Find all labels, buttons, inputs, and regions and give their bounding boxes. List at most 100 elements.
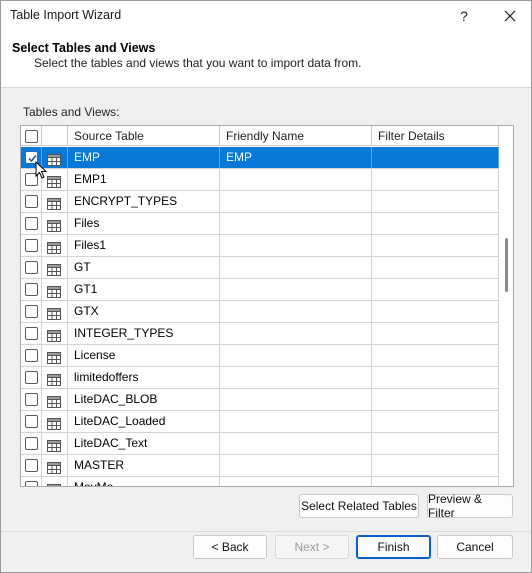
friendly-name-cell[interactable] bbox=[220, 279, 372, 300]
filter-details-cell[interactable] bbox=[372, 147, 499, 168]
filter-details-cell[interactable] bbox=[372, 169, 499, 190]
row-checkbox[interactable] bbox=[25, 349, 38, 362]
row-checkbox[interactable] bbox=[25, 459, 38, 472]
friendly-name-cell[interactable] bbox=[220, 455, 372, 476]
friendly-name-cell[interactable]: EMP bbox=[220, 147, 372, 168]
preview-filter-button[interactable]: Preview & Filter bbox=[427, 492, 513, 520]
source-table-cell[interactable]: LiteDAC_BLOB bbox=[68, 389, 220, 410]
row-checkbox[interactable] bbox=[25, 239, 38, 252]
column-header-source[interactable]: Source Table bbox=[68, 126, 220, 146]
table-row[interactable]: ENCRYPT_TYPES bbox=[21, 191, 499, 213]
friendly-name-cell[interactable] bbox=[220, 235, 372, 256]
filter-details-cell[interactable] bbox=[372, 301, 499, 322]
scrollbar-thumb[interactable] bbox=[505, 238, 508, 292]
help-button[interactable]: ? bbox=[441, 1, 487, 31]
table-icon bbox=[47, 372, 61, 388]
friendly-name-cell[interactable] bbox=[220, 389, 372, 410]
source-table-cell[interactable]: ENCRYPT_TYPES bbox=[68, 191, 220, 212]
column-header-filter[interactable]: Filter Details bbox=[372, 126, 499, 146]
table-row[interactable]: MovMo bbox=[21, 477, 499, 486]
row-checkbox[interactable] bbox=[25, 327, 38, 340]
table-icon bbox=[47, 306, 61, 322]
row-checkbox[interactable] bbox=[25, 481, 38, 486]
select-related-tables-button[interactable]: Select Related Tables bbox=[299, 494, 419, 518]
row-checkbox[interactable] bbox=[25, 305, 38, 318]
table-row[interactable]: LiteDAC_Text bbox=[21, 433, 499, 455]
filter-details-cell[interactable] bbox=[372, 455, 499, 476]
finish-button[interactable]: Finish bbox=[356, 535, 431, 559]
table-row[interactable]: INTEGER_TYPES bbox=[21, 323, 499, 345]
row-checkbox[interactable] bbox=[25, 195, 38, 208]
filter-details-cell[interactable] bbox=[372, 345, 499, 366]
row-checkbox[interactable] bbox=[25, 217, 38, 230]
source-table-cell[interactable]: Files1 bbox=[68, 235, 220, 256]
filter-details-cell[interactable] bbox=[372, 323, 499, 344]
back-button[interactable]: < Back bbox=[193, 535, 267, 559]
table-row[interactable]: MASTER bbox=[21, 455, 499, 477]
icon-column-header bbox=[42, 126, 68, 146]
friendly-name-cell[interactable] bbox=[220, 169, 372, 190]
row-check-cell bbox=[21, 323, 42, 344]
filter-details-cell[interactable] bbox=[372, 279, 499, 300]
row-checkbox[interactable] bbox=[25, 437, 38, 450]
next-button[interactable]: Next > bbox=[275, 535, 349, 559]
friendly-name-cell[interactable] bbox=[220, 433, 372, 454]
friendly-name-cell[interactable] bbox=[220, 411, 372, 432]
source-table-cell[interactable]: GT bbox=[68, 257, 220, 278]
row-icon-cell bbox=[42, 235, 68, 256]
source-table-cell[interactable]: Files bbox=[68, 213, 220, 234]
source-table-cell[interactable]: LiteDAC_Text bbox=[68, 433, 220, 454]
close-button[interactable] bbox=[487, 1, 532, 31]
filter-details-cell[interactable] bbox=[372, 235, 499, 256]
source-table-cell[interactable]: MovMo bbox=[68, 477, 220, 486]
friendly-name-cell[interactable] bbox=[220, 367, 372, 388]
table-row[interactable]: GT bbox=[21, 257, 499, 279]
friendly-name-cell[interactable] bbox=[220, 257, 372, 278]
row-icon-cell bbox=[42, 213, 68, 234]
vertical-scrollbar[interactable] bbox=[499, 126, 513, 486]
table-row[interactable]: EMP EMP bbox=[21, 147, 499, 169]
table-row[interactable]: GTX bbox=[21, 301, 499, 323]
table-row[interactable]: Files1 bbox=[21, 235, 499, 257]
row-checkbox[interactable] bbox=[25, 393, 38, 406]
filter-details-cell[interactable] bbox=[372, 257, 499, 278]
friendly-name-cell[interactable] bbox=[220, 191, 372, 212]
source-table-cell[interactable]: EMP1 bbox=[68, 169, 220, 190]
table-icon bbox=[47, 482, 61, 486]
source-table-cell[interactable]: limitedoffers bbox=[68, 367, 220, 388]
table-row[interactable]: Files bbox=[21, 213, 499, 235]
select-all-checkbox[interactable] bbox=[25, 130, 38, 143]
filter-details-cell[interactable] bbox=[372, 411, 499, 432]
table-row[interactable]: LiteDAC_Loaded bbox=[21, 411, 499, 433]
source-table-cell[interactable]: License bbox=[68, 345, 220, 366]
table-row[interactable]: limitedoffers bbox=[21, 367, 499, 389]
friendly-name-cell[interactable] bbox=[220, 301, 372, 322]
friendly-name-cell[interactable] bbox=[220, 213, 372, 234]
filter-details-cell[interactable] bbox=[372, 433, 499, 454]
row-checkbox[interactable] bbox=[25, 283, 38, 296]
table-row[interactable]: EMP1 bbox=[21, 169, 499, 191]
source-table-cell[interactable]: GT1 bbox=[68, 279, 220, 300]
source-table-cell[interactable]: LiteDAC_Loaded bbox=[68, 411, 220, 432]
column-header-friendly[interactable]: Friendly Name bbox=[220, 126, 372, 146]
row-checkbox[interactable] bbox=[25, 415, 38, 428]
source-table-cell[interactable]: INTEGER_TYPES bbox=[68, 323, 220, 344]
filter-details-cell[interactable] bbox=[372, 477, 499, 486]
friendly-name-cell[interactable] bbox=[220, 477, 372, 486]
friendly-name-cell[interactable] bbox=[220, 323, 372, 344]
filter-details-cell[interactable] bbox=[372, 389, 499, 410]
filter-details-cell[interactable] bbox=[372, 367, 499, 388]
friendly-name-cell[interactable] bbox=[220, 345, 372, 366]
row-checkbox[interactable] bbox=[25, 261, 38, 274]
table-row[interactable]: GT1 bbox=[21, 279, 499, 301]
table-row[interactable]: LiteDAC_BLOB bbox=[21, 389, 499, 411]
cancel-button[interactable]: Cancel bbox=[437, 535, 513, 559]
source-table-cell[interactable]: EMP bbox=[68, 147, 220, 168]
table-icon bbox=[47, 284, 61, 300]
source-table-cell[interactable]: GTX bbox=[68, 301, 220, 322]
row-checkbox[interactable] bbox=[25, 371, 38, 384]
filter-details-cell[interactable] bbox=[372, 213, 499, 234]
source-table-cell[interactable]: MASTER bbox=[68, 455, 220, 476]
filter-details-cell[interactable] bbox=[372, 191, 499, 212]
table-row[interactable]: License bbox=[21, 345, 499, 367]
